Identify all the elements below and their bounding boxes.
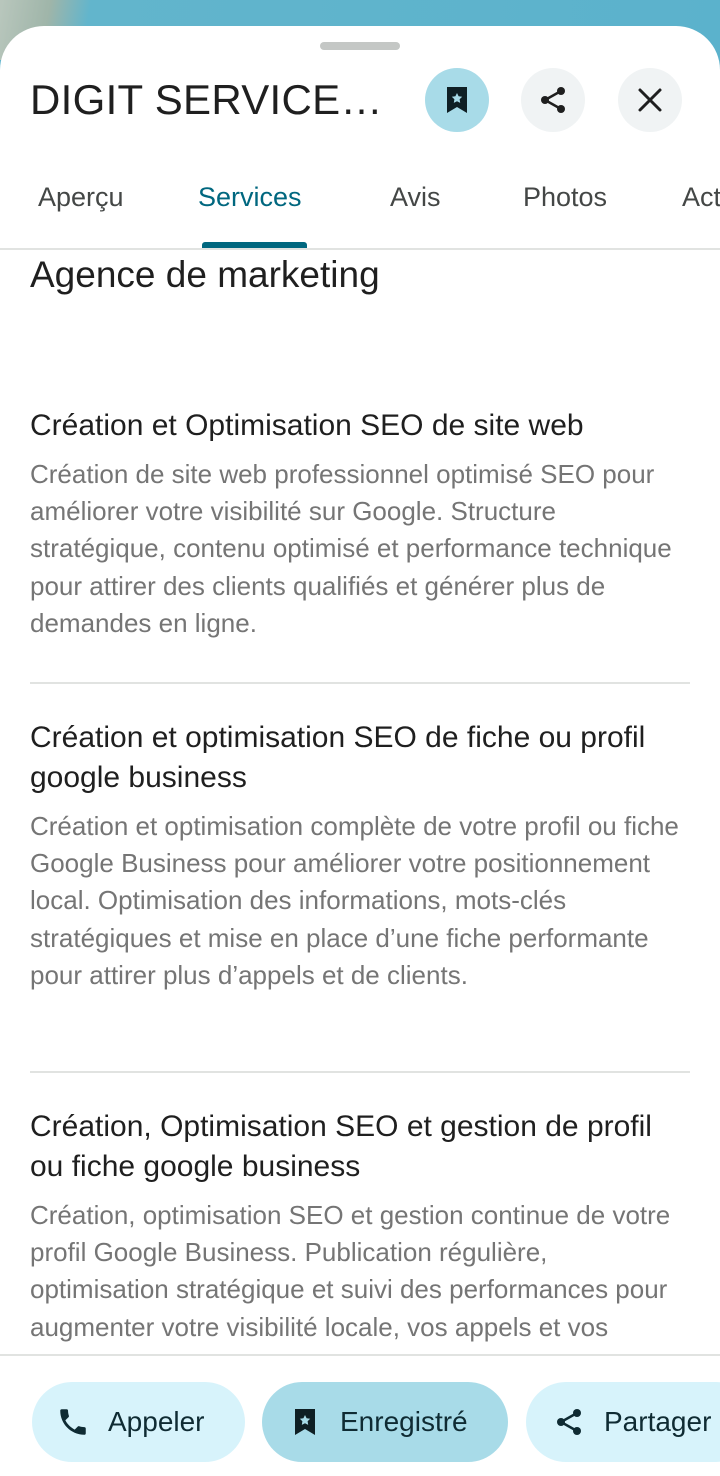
divider <box>30 1071 690 1073</box>
phone-icon <box>56 1405 90 1439</box>
services-list[interactable]: Agence de marketing Création et Optimisa… <box>0 250 720 1354</box>
service-description: Création, optimisation SEO et gestion co… <box>30 1200 671 1354</box>
tab-apercu[interactable]: Aperçu <box>38 182 124 213</box>
call-label: Appeler <box>108 1406 205 1437</box>
save-button[interactable] <box>425 68 489 132</box>
close-button[interactable] <box>618 68 682 132</box>
tab-actualites[interactable]: Actualités <box>682 182 720 213</box>
saved-button[interactable]: Enregistré <box>262 1382 508 1462</box>
category-heading: Agence de marketing <box>30 254 380 295</box>
place-title: DIGIT SERVICES... <box>30 76 400 123</box>
service-description: Création et optimisation complète de vot… <box>30 811 679 990</box>
divider <box>30 682 690 684</box>
service-description: Création de site web professionnel optim… <box>30 459 672 638</box>
action-bar: Appeler Enregistré Partager <box>0 1354 720 1476</box>
call-button[interactable]: Appeler <box>32 1382 245 1462</box>
share-pill-button[interactable]: Partager <box>526 1382 720 1462</box>
share-button[interactable] <box>521 68 585 132</box>
drag-handle[interactable] <box>320 42 400 50</box>
close-icon <box>638 88 662 112</box>
service-name: Création et optimisation SEO de fiche ou… <box>30 721 646 794</box>
active-tab-indicator <box>202 242 307 248</box>
tab-avis[interactable]: Avis <box>390 182 441 213</box>
share-icon <box>552 1405 586 1439</box>
share-label: Partager <box>604 1406 712 1437</box>
share-icon <box>541 87 565 113</box>
service-item[interactable]: Création, Optimisation SEO et gestion de… <box>30 1107 690 1354</box>
tab-services[interactable]: Services <box>198 182 302 213</box>
bookmark-icon <box>288 1405 322 1439</box>
tab-photos[interactable]: Photos <box>523 182 607 213</box>
tab-bar: Aperçu Services Avis Photos Actualités <box>0 166 720 250</box>
service-name: Création et Optimisation SEO de site web <box>30 409 584 442</box>
service-item[interactable]: Création et Optimisation SEO de site web… <box>30 406 690 642</box>
service-item[interactable]: Création et optimisation SEO de fiche ou… <box>30 718 690 994</box>
service-name: Création, Optimisation SEO et gestion de… <box>30 1110 652 1183</box>
saved-label: Enregistré <box>340 1406 468 1437</box>
place-bottom-sheet: DIGIT SERVICES... Aperçu Services Avis P… <box>0 26 720 1476</box>
bookmark-icon <box>447 87 467 113</box>
